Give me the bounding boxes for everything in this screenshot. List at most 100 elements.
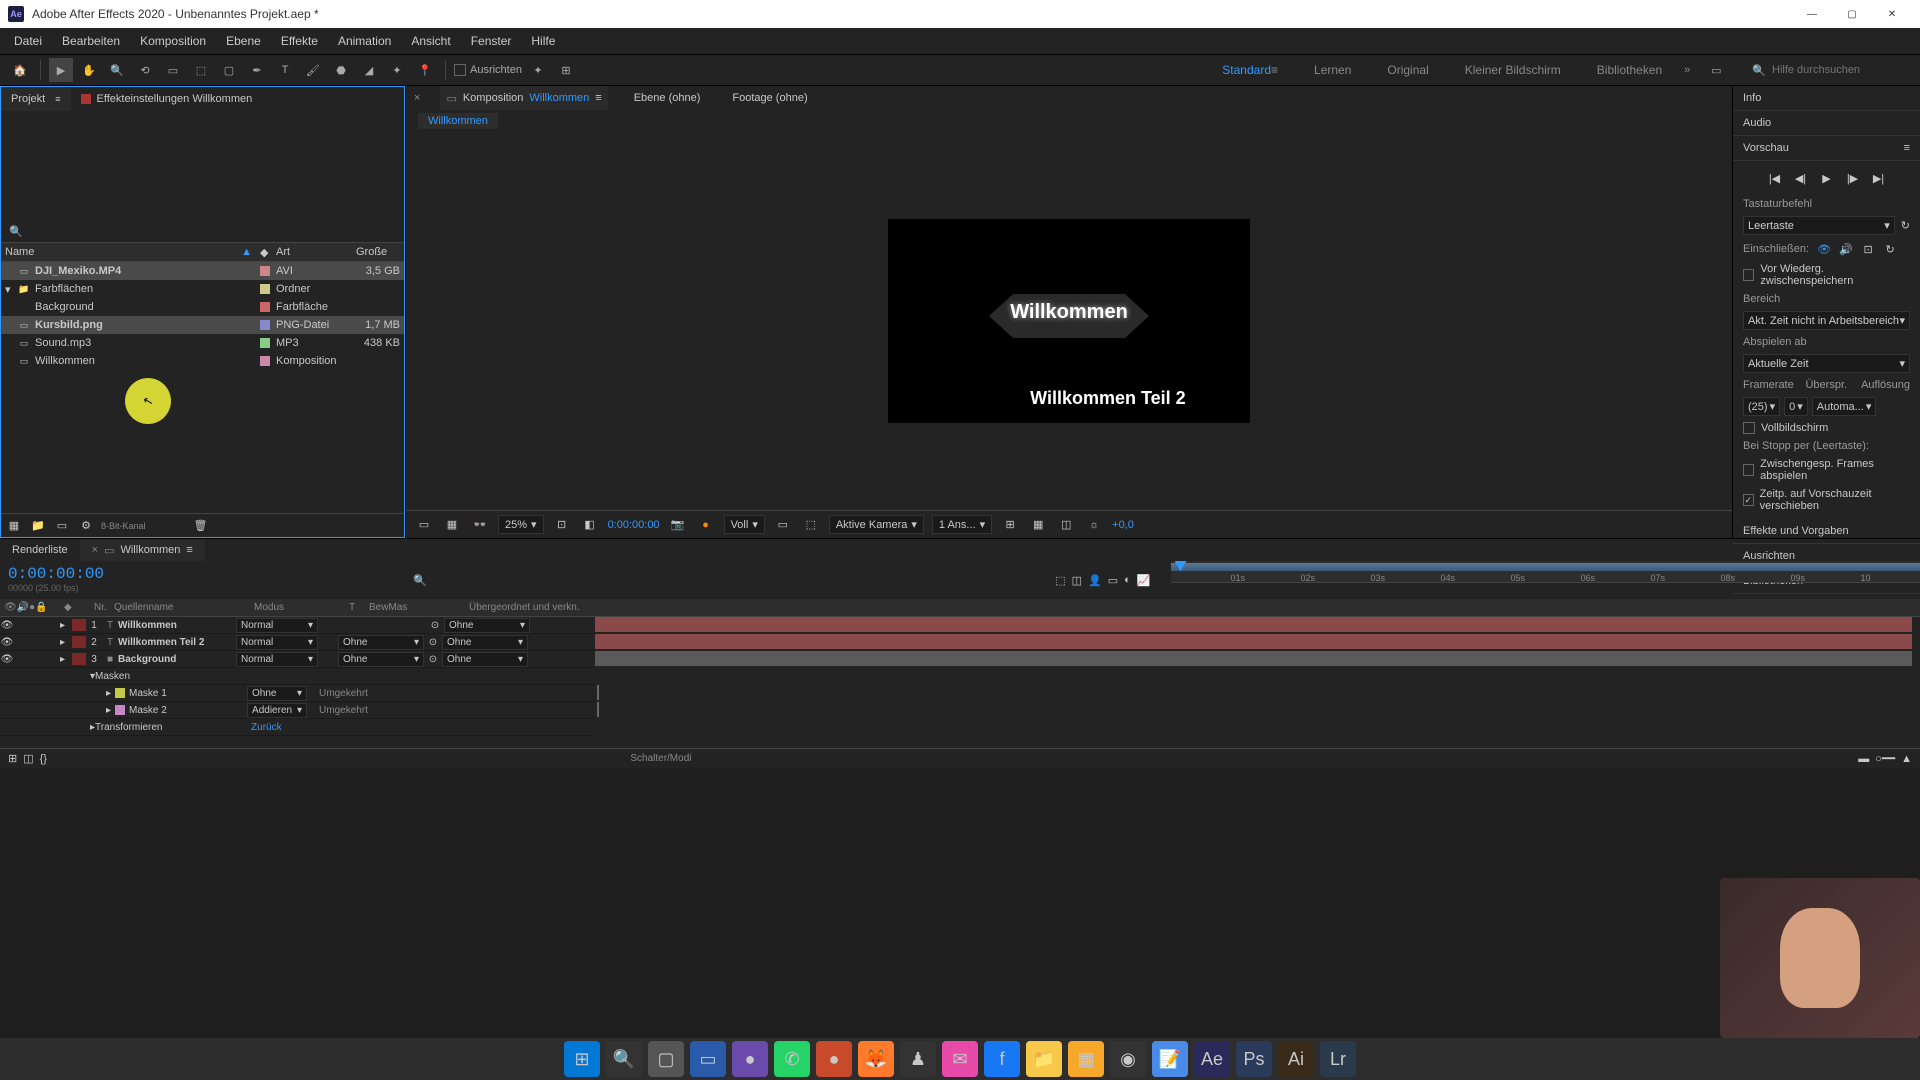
home-button[interactable]: 🏠 <box>8 58 32 82</box>
menu-bearbeiten[interactable]: Bearbeiten <box>52 28 130 54</box>
current-time[interactable]: 0:00:00:00 <box>608 519 660 531</box>
project-item[interactable]: BackgroundFarbfläche <box>1 298 404 316</box>
project-item[interactable]: ▭Kursbild.pngPNG-Datei1,7 MB <box>1 316 404 334</box>
puppet-tool[interactable]: 📍 <box>413 58 437 82</box>
masks-group[interactable]: ▾ Masken <box>0 668 595 685</box>
eraser-tool[interactable]: ◢ <box>357 58 381 82</box>
timeline-layer[interactable]: 👁▸3■BackgroundNormal ▾Ohne ▾⊙Ohne ▾ <box>0 651 595 668</box>
timeline-button[interactable]: ⬚ <box>801 515 821 535</box>
tab-footage[interactable]: Footage (ohne) <box>726 86 813 110</box>
project-item[interactable]: ▭WillkommenKomposition <box>1 352 404 370</box>
taskbar-app[interactable]: ⊞ <box>564 1041 600 1077</box>
toggle-modes-button[interactable]: ◫ <box>23 752 33 765</box>
col-t[interactable]: T <box>345 599 365 616</box>
taskbar-app[interactable]: ◉ <box>1110 1041 1146 1077</box>
new-comp-button[interactable]: ▭ <box>53 517 71 535</box>
selection-tool[interactable]: ▶ <box>49 58 73 82</box>
taskbar-app[interactable]: ▭ <box>690 1041 726 1077</box>
snap-checkbox[interactable]: Ausrichten <box>454 64 522 76</box>
workspace-original[interactable]: Original <box>1379 63 1436 77</box>
tab-layer[interactable]: Ebene (ohne) <box>628 86 707 110</box>
exposure-value[interactable]: +0,0 <box>1112 519 1134 531</box>
zoom-out-icon[interactable]: ▬ <box>1858 753 1869 765</box>
snapshot-button[interactable]: 📷 <box>668 515 688 535</box>
menu-ebene[interactable]: Ebene <box>216 28 271 54</box>
taskbar-app[interactable]: ● <box>816 1041 852 1077</box>
col-size[interactable]: Große <box>352 243 402 261</box>
comp-viewer[interactable]: Willkommen Willkommen Teil 2 <box>406 132 1732 510</box>
hand-tool[interactable]: ✋ <box>77 58 101 82</box>
comp-mini-flowchart-button[interactable]: ⬚ <box>1055 574 1065 587</box>
taskbar-app[interactable]: Lr <box>1320 1041 1356 1077</box>
brush-tool[interactable]: 🖌 <box>301 58 325 82</box>
switches-modes-label[interactable]: Schalter/Modi <box>630 753 691 764</box>
zoom-tool[interactable]: 🔍 <box>105 58 129 82</box>
include-overlays-icon[interactable]: ⊡ <box>1859 241 1877 257</box>
col-parent[interactable]: Übergeordnet und verkn. <box>465 599 595 616</box>
include-video-icon[interactable]: 👁 <box>1815 241 1833 257</box>
fullscreen-checkbox[interactable] <box>1743 422 1755 434</box>
reset-icon[interactable]: ↻ <box>1901 219 1910 232</box>
panel-menu-icon[interactable]: ≡ <box>186 544 192 556</box>
mask-row[interactable]: ▸ Maske 1Ohne▾Umgekehrt <box>0 685 595 702</box>
taskbar-app[interactable]: ▦ <box>1068 1041 1104 1077</box>
panel-menu-icon[interactable]: ≡ <box>1904 142 1910 154</box>
skip-select[interactable]: 0▾ <box>1784 397 1808 416</box>
text-tool[interactable]: T <box>273 58 297 82</box>
taskbar-app[interactable]: ✉ <box>942 1041 978 1077</box>
views-dropdown[interactable]: 1 Ans...▾ <box>932 515 992 534</box>
col-label[interactable]: ◆ <box>256 243 272 261</box>
taskbar-app[interactable]: ● <box>732 1041 768 1077</box>
menu-komposition[interactable]: Komposition <box>130 28 216 54</box>
fast-preview-button[interactable]: ▭ <box>773 515 793 535</box>
motion-blur-button[interactable]: ◐ <box>1124 574 1131 586</box>
next-frame-button[interactable]: |▶ <box>1844 169 1862 187</box>
preview-panel-header[interactable]: Vorschau ≡ <box>1733 136 1920 161</box>
mask-row[interactable]: ▸ Maske 2Addieren▾Umgekehrt <box>0 702 595 719</box>
menu-fenster[interactable]: Fenster <box>461 28 522 54</box>
cache-checkbox[interactable] <box>1743 269 1754 281</box>
graph-editor-button[interactable]: 📈 <box>1137 574 1151 587</box>
bpc-label[interactable]: 8-Bit-Kanal <box>101 521 146 531</box>
time-ruler[interactable]: 01s02s03s04s05s06s07s08s09s1011s12 <box>1171 561 1920 599</box>
resolution-dropdown[interactable]: Voll▾ <box>724 515 765 534</box>
prev-frame-button[interactable]: ◀| <box>1792 169 1810 187</box>
taskbar-app[interactable]: 🦊 <box>858 1041 894 1077</box>
tab-project[interactable]: Projekt ≡ <box>1 87 71 111</box>
taskbar-app[interactable]: Ai <box>1278 1041 1314 1077</box>
adjust-exposure-button[interactable]: ☼ <box>1084 515 1104 535</box>
help-search-input[interactable] <box>1772 64 1912 76</box>
layer-duration-bar[interactable] <box>595 617 1912 632</box>
taskbar-app[interactable]: Ps <box>1236 1041 1272 1077</box>
last-frame-button[interactable]: ▶| <box>1870 169 1888 187</box>
workspace-bibliotheken[interactable]: Bibliotheken <box>1589 63 1670 77</box>
close-button[interactable]: ✕ <box>1872 2 1912 26</box>
taskbar-app[interactable]: ✆ <box>774 1041 810 1077</box>
layer-duration-bar[interactable] <box>595 651 1912 666</box>
zoom-dropdown[interactable]: 25%▾ <box>498 515 544 534</box>
project-item[interactable]: ▭DJI_Mexiko.MP4AVI3,5 GB <box>1 262 404 280</box>
orbit-tool[interactable]: ⟲ <box>133 58 157 82</box>
taskbar-app[interactable]: f <box>984 1041 1020 1077</box>
grid-button[interactable]: ⊞ <box>1000 515 1020 535</box>
audio-icon[interactable]: 🔊 <box>17 602 29 613</box>
lock-icon[interactable]: 🔒 <box>35 602 47 613</box>
tab-effect-controls[interactable]: Effekteinstellungen Willkommen <box>71 87 263 111</box>
audio-panel-header[interactable]: Audio <box>1733 111 1920 136</box>
shortcut-select[interactable]: Leertaste▾ <box>1743 216 1895 235</box>
col-name[interactable]: Name ▲ <box>1 243 256 261</box>
tab-render-queue[interactable]: Renderliste <box>0 539 80 561</box>
camera-tool[interactable]: ▭ <box>161 58 185 82</box>
toggle-brackets-button[interactable]: {} <box>40 753 47 765</box>
workspace-standard[interactable]: Standard≡ <box>1214 63 1286 77</box>
taskbar-app[interactable]: 📁 <box>1026 1041 1062 1077</box>
zoom-in-icon[interactable]: ▲ <box>1901 753 1912 765</box>
loop-icon[interactable]: ↻ <box>1881 241 1899 257</box>
current-timecode[interactable]: 0:00:00:00 <box>8 565 397 583</box>
taskbar-app[interactable]: 🔍 <box>606 1041 642 1077</box>
pen-tool[interactable]: ✒ <box>245 58 269 82</box>
new-folder-button[interactable]: 📁 <box>29 517 47 535</box>
framerate-select[interactable]: (25)▾ <box>1743 397 1780 416</box>
timeline-layer[interactable]: 👁▸1TWillkommenNormal ▾⊙Ohne ▾ <box>0 617 595 634</box>
zoom-slider[interactable]: ○━━ <box>1875 752 1895 765</box>
